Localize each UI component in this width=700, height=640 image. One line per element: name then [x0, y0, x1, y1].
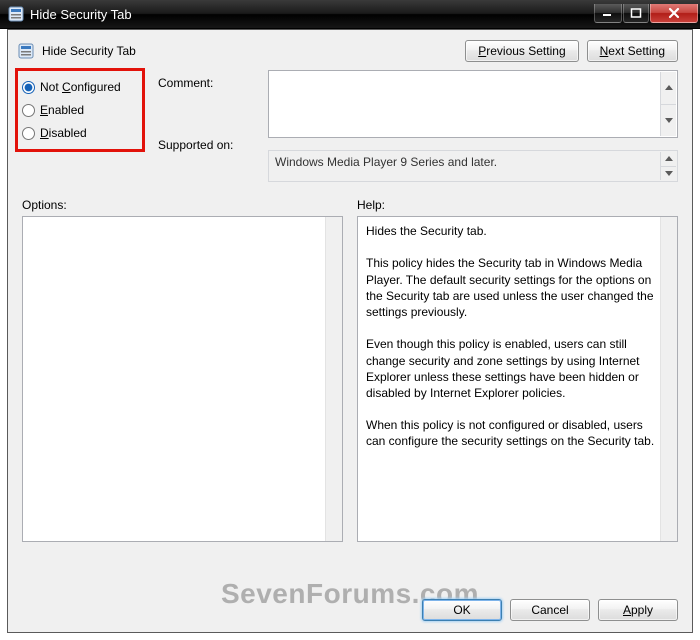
radio-enabled-input[interactable]	[22, 104, 35, 117]
comment-label: Comment:	[158, 76, 268, 90]
radio-label: Enabled	[40, 103, 84, 117]
radio-enabled[interactable]: Enabled	[22, 103, 136, 117]
footer: OK Cancel Apply	[8, 588, 692, 632]
help-label: Help:	[357, 198, 678, 212]
supported-on-field: Windows Media Player 9 Series and later.	[268, 150, 678, 182]
comment-scroll[interactable]	[660, 72, 676, 136]
help-pane[interactable]: Hides the Security tab. This policy hide…	[357, 216, 678, 542]
radio-not-configured[interactable]: Not Configured	[22, 80, 136, 94]
ok-button[interactable]: OK	[422, 599, 502, 621]
page-title: Hide Security Tab	[42, 44, 136, 58]
maximize-button[interactable]	[623, 4, 649, 23]
close-button[interactable]	[650, 4, 698, 23]
close-icon	[667, 7, 681, 19]
window: Hide Security Tab	[0, 0, 700, 640]
window-controls	[593, 5, 698, 23]
comment-input[interactable]	[268, 70, 678, 138]
radio-disabled-input[interactable]	[22, 127, 35, 140]
client-area: Hide Security Tab Previous Setting Next …	[7, 29, 693, 633]
header-row: Hide Security Tab Previous Setting Next …	[8, 30, 692, 68]
config-grid: Not Configured Enabled Disabled Comment:…	[8, 68, 692, 182]
help-paragraph: When this policy is not configured or di…	[366, 417, 657, 449]
supported-scroll[interactable]	[660, 152, 676, 180]
supported-on-text: Windows Media Player 9 Series and later.	[275, 155, 497, 169]
options-pane[interactable]	[22, 216, 343, 542]
titlebar[interactable]: Hide Security Tab	[0, 0, 700, 29]
window-title: Hide Security Tab	[30, 7, 132, 22]
next-setting-button[interactable]: Next Setting	[587, 40, 678, 62]
radio-disabled[interactable]: Disabled	[22, 126, 136, 140]
radio-not-configured-input[interactable]	[22, 81, 35, 94]
policy-icon	[18, 43, 34, 59]
radio-label: Not Configured	[40, 80, 121, 94]
help-paragraph: This policy hides the Security tab in Wi…	[366, 255, 657, 320]
help-paragraph: Even though this policy is enabled, user…	[366, 336, 657, 401]
supported-label: Supported on:	[158, 138, 268, 152]
maximize-icon	[630, 8, 642, 18]
scroll-up-icon[interactable]	[660, 152, 676, 166]
scroll-down-icon[interactable]	[660, 104, 676, 137]
previous-setting-button[interactable]: Previous Setting	[465, 40, 578, 62]
options-label: Options:	[22, 198, 343, 212]
minimize-icon	[602, 8, 614, 18]
scrollbar[interactable]	[660, 217, 677, 541]
minimize-button[interactable]	[594, 4, 622, 23]
apply-button[interactable]: Apply	[598, 599, 678, 621]
scroll-down-icon[interactable]	[660, 166, 676, 181]
app-icon	[8, 6, 24, 22]
radio-label: Disabled	[40, 126, 87, 140]
scroll-up-icon[interactable]	[660, 72, 676, 104]
cancel-button[interactable]: Cancel	[510, 599, 590, 621]
state-radio-group: Not Configured Enabled Disabled	[15, 68, 145, 152]
scrollbar[interactable]	[325, 217, 342, 541]
help-paragraph: Hides the Security tab.	[366, 223, 657, 239]
